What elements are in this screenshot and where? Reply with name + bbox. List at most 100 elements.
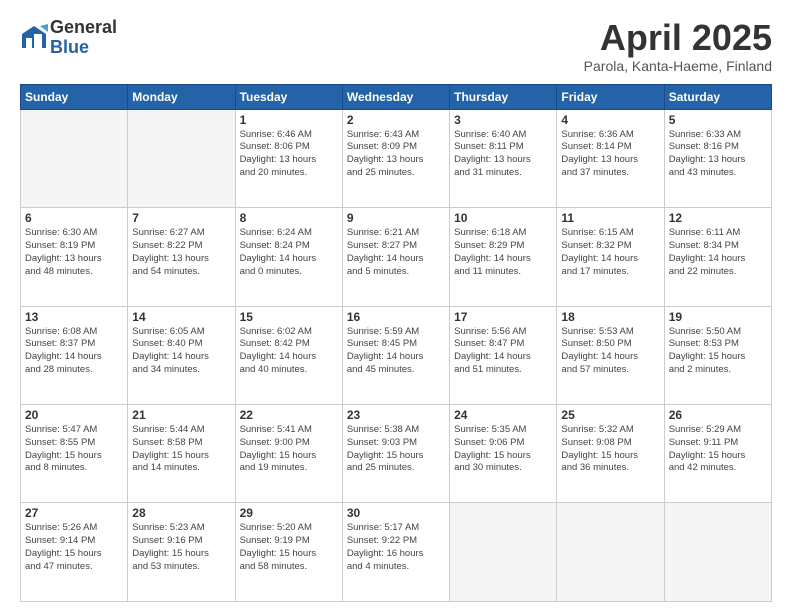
day-number: 7 [132,211,230,225]
table-row: 24 Sunrise: 5:35 AM Sunset: 9:06 PM Dayli… [450,405,557,503]
logo-blue-text: Blue [50,38,117,58]
table-row [557,503,664,602]
header-saturday: Saturday [664,84,771,109]
day-number: 30 [347,506,445,520]
day-number: 1 [240,113,338,127]
table-row: 7 Sunrise: 6:27 AM Sunset: 8:22 PM Daylig… [128,208,235,306]
day-info: Sunrise: 6:15 AM Sunset: 8:32 PM Dayligh… [561,227,659,278]
day-info: Sunrise: 6:08 AM Sunset: 8:37 PM Dayligh… [25,326,123,377]
day-info: Sunrise: 6:02 AM Sunset: 8:42 PM Dayligh… [240,326,338,377]
day-info: Sunrise: 6:05 AM Sunset: 8:40 PM Dayligh… [132,326,230,377]
header-tuesday: Tuesday [235,84,342,109]
table-row: 1 Sunrise: 6:46 AM Sunset: 8:06 PM Daylig… [235,109,342,207]
table-row: 12 Sunrise: 6:11 AM Sunset: 8:34 PM Dayli… [664,208,771,306]
day-number: 14 [132,310,230,324]
table-row: 26Sunrise: 5:29 AM Sunset: 9:11 PM Dayli… [664,405,771,503]
day-info: Sunrise: 6:43 AM Sunset: 8:09 PM Dayligh… [347,129,445,180]
day-number: 21 [132,408,230,422]
day-number: 2 [347,113,445,127]
title-block: April 2025 Parola, Kanta-Haeme, Finland [584,18,772,74]
calendar-table: Sunday Monday Tuesday Wednesday Thursday… [20,84,772,602]
day-info: Sunrise: 5:32 AM Sunset: 9:08 PM Dayligh… [561,424,659,475]
day-number: 17 [454,310,552,324]
day-info: Sunrise: 6:27 AM Sunset: 8:22 PM Dayligh… [132,227,230,278]
table-row: 19Sunrise: 5:50 AM Sunset: 8:53 PM Dayli… [664,306,771,404]
table-row [664,503,771,602]
table-row: 4 Sunrise: 6:36 AM Sunset: 8:14 PM Daylig… [557,109,664,207]
page: General Blue April 2025 Parola, Kanta-Ha… [0,0,792,612]
day-number: 23 [347,408,445,422]
calendar-week-2: 6Sunrise: 6:30 AM Sunset: 8:19 PM Daylig… [21,208,772,306]
day-info: Sunrise: 6:21 AM Sunset: 8:27 PM Dayligh… [347,227,445,278]
day-number: 24 [454,408,552,422]
day-number: 13 [25,310,123,324]
day-number: 27 [25,506,123,520]
day-info: Sunrise: 6:46 AM Sunset: 8:06 PM Dayligh… [240,129,338,180]
day-info: Sunrise: 6:33 AM Sunset: 8:16 PM Dayligh… [669,129,767,180]
logo-icon [20,24,48,52]
day-info: Sunrise: 6:36 AM Sunset: 8:14 PM Dayligh… [561,129,659,180]
table-row: 13 Sunrise: 6:08 AM Sunset: 8:37 PM Dayli… [21,306,128,404]
day-info: Sunrise: 5:44 AM Sunset: 8:58 PM Dayligh… [132,424,230,475]
table-row: 29Sunrise: 5:20 AM Sunset: 9:19 PM Dayli… [235,503,342,602]
day-info: Sunrise: 6:11 AM Sunset: 8:34 PM Dayligh… [669,227,767,278]
logo-text: General Blue [50,18,117,58]
table-row: 10 Sunrise: 6:18 AM Sunset: 8:29 PM Dayli… [450,208,557,306]
table-row: 27Sunrise: 5:26 AM Sunset: 9:14 PM Dayli… [21,503,128,602]
day-number: 5 [669,113,767,127]
header-sunday: Sunday [21,84,128,109]
table-row: 11 Sunrise: 6:15 AM Sunset: 8:32 PM Dayli… [557,208,664,306]
table-row: 22 Sunrise: 5:41 AM Sunset: 9:00 PM Dayli… [235,405,342,503]
table-row [128,109,235,207]
day-info: Sunrise: 5:41 AM Sunset: 9:00 PM Dayligh… [240,424,338,475]
header-thursday: Thursday [450,84,557,109]
header: General Blue April 2025 Parola, Kanta-Ha… [20,18,772,74]
day-info: Sunrise: 5:47 AM Sunset: 8:55 PM Dayligh… [25,424,123,475]
header-wednesday: Wednesday [342,84,449,109]
day-info: Sunrise: 5:23 AM Sunset: 9:16 PM Dayligh… [132,522,230,573]
logo-general-text: General [50,18,117,38]
day-info: Sunrise: 5:56 AM Sunset: 8:47 PM Dayligh… [454,326,552,377]
day-number: 12 [669,211,767,225]
calendar-title: April 2025 [584,18,772,58]
table-row: 28 Sunrise: 5:23 AM Sunset: 9:16 PM Dayli… [128,503,235,602]
calendar-week-4: 20Sunrise: 5:47 AM Sunset: 8:55 PM Dayli… [21,405,772,503]
table-row: 2 Sunrise: 6:43 AM Sunset: 8:09 PM Daylig… [342,109,449,207]
day-info: Sunrise: 5:17 AM Sunset: 9:22 PM Dayligh… [347,522,445,573]
table-row: 16Sunrise: 5:59 AM Sunset: 8:45 PM Dayli… [342,306,449,404]
table-row: 3 Sunrise: 6:40 AM Sunset: 8:11 PM Daylig… [450,109,557,207]
day-number: 16 [347,310,445,324]
header-friday: Friday [557,84,664,109]
table-row: 15 Sunrise: 6:02 AM Sunset: 8:42 PM Dayli… [235,306,342,404]
calendar-week-1: 1 Sunrise: 6:46 AM Sunset: 8:06 PM Daylig… [21,109,772,207]
day-info: Sunrise: 6:18 AM Sunset: 8:29 PM Dayligh… [454,227,552,278]
day-number: 11 [561,211,659,225]
calendar-header-row: Sunday Monday Tuesday Wednesday Thursday… [21,84,772,109]
day-number: 29 [240,506,338,520]
day-info: Sunrise: 6:40 AM Sunset: 8:11 PM Dayligh… [454,129,552,180]
calendar-week-3: 13 Sunrise: 6:08 AM Sunset: 8:37 PM Dayli… [21,306,772,404]
table-row: 30 Sunrise: 5:17 AM Sunset: 9:22 PM Dayli… [342,503,449,602]
day-info: Sunrise: 6:24 AM Sunset: 8:24 PM Dayligh… [240,227,338,278]
day-number: 18 [561,310,659,324]
day-number: 4 [561,113,659,127]
table-row: 17 Sunrise: 5:56 AM Sunset: 8:47 PM Dayli… [450,306,557,404]
table-row [21,109,128,207]
day-number: 3 [454,113,552,127]
table-row: 20Sunrise: 5:47 AM Sunset: 8:55 PM Dayli… [21,405,128,503]
day-info: Sunrise: 5:35 AM Sunset: 9:06 PM Dayligh… [454,424,552,475]
table-row: 6Sunrise: 6:30 AM Sunset: 8:19 PM Daylig… [21,208,128,306]
table-row: 18 Sunrise: 5:53 AM Sunset: 8:50 PM Dayli… [557,306,664,404]
day-info: Sunrise: 5:53 AM Sunset: 8:50 PM Dayligh… [561,326,659,377]
table-row: 23Sunrise: 5:38 AM Sunset: 9:03 PM Dayli… [342,405,449,503]
day-number: 25 [561,408,659,422]
table-row [450,503,557,602]
logo: General Blue [20,18,117,58]
day-number: 26 [669,408,767,422]
day-number: 10 [454,211,552,225]
day-number: 28 [132,506,230,520]
table-row: 25 Sunrise: 5:32 AM Sunset: 9:08 PM Dayli… [557,405,664,503]
day-number: 22 [240,408,338,422]
day-number: 15 [240,310,338,324]
day-info: Sunrise: 5:50 AM Sunset: 8:53 PM Dayligh… [669,326,767,377]
